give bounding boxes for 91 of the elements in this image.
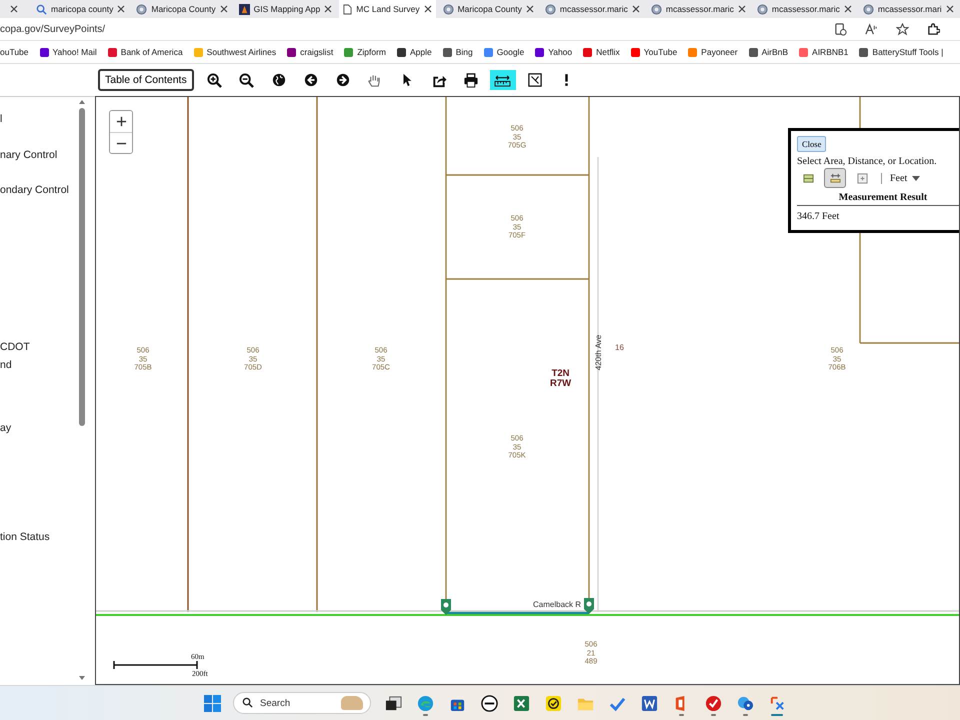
distance-tool-button[interactable]: [824, 168, 846, 188]
printer-icon: [462, 72, 479, 88]
browser-tab[interactable]: Maricopa County: [438, 0, 538, 18]
section-number: 16: [615, 343, 624, 352]
ruler-icon: [494, 74, 512, 86]
globe-icon: [272, 73, 286, 87]
close-icon[interactable]: [220, 5, 228, 13]
bookmark-link[interactable]: Bank of America: [108, 47, 183, 57]
layer-label[interactable]: CDOT: [0, 340, 78, 354]
search-icon: [36, 4, 47, 14]
zoom-out-icon: [239, 72, 254, 88]
globe-icon: [650, 4, 662, 14]
layer-label[interactable]: tion Status: [0, 530, 78, 544]
globe-icon: [136, 4, 148, 14]
bookmark-link[interactable]: Netflix: [583, 47, 620, 57]
bookmark-link[interactable]: AirBnB: [748, 47, 788, 57]
close-icon[interactable]: [324, 5, 332, 13]
read-aloud-icon[interactable]: [865, 22, 878, 36]
measure-button[interactable]: [490, 70, 516, 90]
hand-icon: [367, 72, 382, 88]
close-icon[interactable]: [526, 5, 534, 13]
browser-tab[interactable]: GIS Mapping App: [234, 0, 336, 18]
app-icon: [238, 4, 250, 14]
close-button[interactable]: Close: [797, 136, 826, 152]
bookmark-link[interactable]: YouTube: [630, 47, 678, 57]
extensions-icon[interactable]: [927, 22, 940, 36]
globe-icon: [756, 4, 768, 14]
road-label: 420th Ave: [594, 334, 604, 370]
marker-pin-icon[interactable]: [441, 599, 451, 615]
close-icon[interactable]: [946, 5, 954, 13]
close-icon[interactable]: [738, 5, 746, 13]
taskbar-search-field[interactable]: Search: [233, 692, 371, 714]
instruction-text: Select Area, Distance, or Location.: [797, 156, 937, 167]
windows-start-icon[interactable]: [204, 694, 221, 712]
result-value: 346.7 Feet: [797, 211, 840, 222]
globe-icon: [442, 4, 454, 14]
extent-icon: [528, 73, 542, 87]
layer-label[interactable]: nd: [0, 358, 78, 372]
close-icon[interactable]: [10, 5, 18, 13]
bookmark-link[interactable]: Zipform: [344, 47, 386, 57]
scrollbar-thumb[interactable]: [79, 108, 85, 426]
area-icon: [802, 172, 814, 184]
zoom-in-icon: [207, 72, 222, 88]
search-icon: [242, 697, 253, 708]
browser-tab[interactable]: MC Land Survey: [339, 0, 436, 18]
bookmark-link[interactable]: Google: [484, 47, 524, 57]
township-label: T2N R7W: [550, 369, 572, 389]
bookmark-link[interactable]: Bing: [442, 47, 473, 57]
bookmark-link[interactable]: craigslist: [287, 47, 334, 57]
forward-arrow-icon: [336, 73, 350, 87]
bookmark-link[interactable]: ouTube: [0, 47, 29, 57]
bookmark-link[interactable]: Southwest Airlines: [194, 47, 276, 57]
browser-tab[interactable]: mcassessor.mari: [858, 0, 958, 18]
browser-tab[interactable]: maricopa county: [32, 0, 130, 18]
close-icon[interactable]: [632, 5, 640, 13]
layer-label[interactable]: ondary Control: [0, 183, 78, 197]
back-arrow-icon: [304, 73, 318, 87]
bookmark-link[interactable]: AIRBNB1: [799, 47, 848, 57]
close-icon[interactable]: [424, 5, 432, 13]
bookmark-link[interactable]: Payoneer: [688, 47, 738, 57]
road-label: Camelback R: [533, 600, 582, 609]
bookmark-link[interactable]: Yahoo: [535, 47, 572, 57]
unit-dropdown[interactable]: Feet: [890, 172, 920, 184]
table-of-contents-button[interactable]: Table of Contents: [98, 69, 194, 91]
ruler-icon: [830, 172, 840, 184]
address-field[interactable]: copa.gov/SurveyPoints/: [0, 24, 106, 34]
marker-pin-icon[interactable]: [584, 598, 594, 614]
bookmark-link[interactable]: Apple: [397, 47, 432, 57]
scroll-down-icon[interactable]: [78, 675, 86, 681]
bookmark-link[interactable]: BatteryStuff Tools |: [859, 47, 944, 57]
exclamation-icon: [564, 73, 570, 87]
close-icon[interactable]: [117, 5, 126, 13]
scroll-up-icon[interactable]: [78, 99, 86, 105]
browser-tab[interactable]: mcassessor.maric: [752, 0, 856, 18]
browser-tab[interactable]: Maricopa County: [132, 0, 232, 18]
layer-label[interactable]: nary Control: [0, 148, 78, 162]
browser-tab[interactable]: mcassessor.maric: [646, 0, 750, 18]
globe-icon: [544, 4, 556, 14]
browser-tab[interactable]: mcassessor.maric: [540, 0, 644, 18]
globe-icon: [862, 4, 874, 14]
app-available-icon[interactable]: [834, 22, 847, 36]
plus-icon: [116, 116, 126, 127]
page-icon: [343, 4, 352, 14]
caret-icon: [912, 176, 920, 180]
layer-label[interactable]: l: [0, 112, 78, 126]
crosshair-icon: [856, 172, 868, 184]
close-icon[interactable]: [844, 5, 852, 13]
result-heading: Measurement Result: [797, 192, 959, 206]
bookmark-link[interactable]: Yahoo! Mail: [40, 47, 97, 57]
star-icon[interactable]: [896, 22, 909, 36]
layer-label[interactable]: ay: [0, 421, 78, 435]
